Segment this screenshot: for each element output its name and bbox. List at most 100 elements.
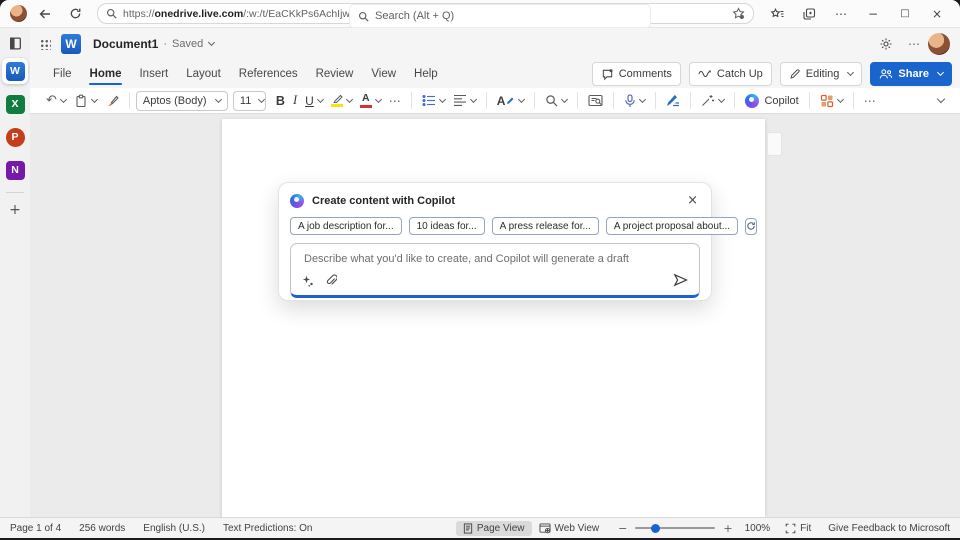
- save-status-chevron-icon[interactable]: [208, 39, 215, 46]
- word-count[interactable]: 256 words: [79, 523, 125, 534]
- close-icon[interactable]: ×: [924, 7, 950, 21]
- send-button[interactable]: [673, 273, 688, 287]
- highlight-icon: [331, 94, 343, 107]
- zoom-level[interactable]: 100%: [745, 523, 771, 534]
- magic-wand-button[interactable]: [697, 94, 728, 107]
- maximize-icon[interactable]: □: [892, 8, 918, 19]
- fit-button[interactable]: Fit: [778, 521, 818, 536]
- catch-up-button[interactable]: Catch Up: [689, 62, 772, 86]
- search-box[interactable]: Search (Alt + Q): [350, 5, 650, 27]
- word-app-icon: W: [6, 62, 25, 81]
- favorites-bar-icon[interactable]: [764, 7, 790, 21]
- tab-help[interactable]: Help: [405, 62, 447, 86]
- ribbon-toolbar: ↶ Aptos (Body) 11 B I U A: [30, 88, 960, 114]
- find-button[interactable]: [541, 94, 571, 107]
- bullets-button[interactable]: [418, 94, 449, 107]
- web-view-icon: [539, 523, 551, 534]
- align-button[interactable]: [449, 94, 480, 107]
- text-predictions[interactable]: Text Predictions: On: [223, 523, 312, 534]
- close-icon[interactable]: ×: [685, 192, 700, 209]
- tab-home[interactable]: Home: [81, 62, 131, 86]
- sidebar-item-word[interactable]: W: [2, 58, 28, 84]
- zoom-in-icon[interactable]: +: [723, 522, 732, 535]
- undo-button[interactable]: ↶: [42, 93, 70, 108]
- comment-icon: [601, 68, 614, 81]
- tab-review[interactable]: Review: [307, 62, 363, 86]
- add-ins-button[interactable]: [816, 94, 847, 108]
- bold-button[interactable]: B: [272, 94, 289, 108]
- highlight-button[interactable]: [327, 94, 356, 107]
- refresh-suggestions-button[interactable]: [745, 218, 757, 235]
- account-avatar[interactable]: [928, 33, 950, 55]
- collapse-ribbon-icon[interactable]: [937, 95, 945, 103]
- settings-gear-icon[interactable]: [872, 37, 900, 51]
- editor-button[interactable]: [662, 94, 684, 107]
- web-view-toggle[interactable]: Web View: [532, 521, 607, 536]
- sparkle-rewrite-icon[interactable]: [302, 275, 314, 287]
- chip-ten-ideas[interactable]: 10 ideas for...: [409, 217, 485, 235]
- word-logo[interactable]: W: [61, 34, 81, 54]
- chip-project-proposal[interactable]: A project proposal about...: [606, 217, 738, 235]
- font-name-select[interactable]: Aptos (Body): [136, 91, 228, 111]
- sidebar-item-powerpoint[interactable]: P: [2, 124, 28, 150]
- word-header: W Document1 · Saved ⋯: [30, 28, 960, 60]
- copilot-button[interactable]: Copilot: [741, 94, 802, 108]
- language[interactable]: English (U.S.): [143, 523, 205, 534]
- refresh-icon: [746, 221, 756, 231]
- sidebar-add-icon[interactable]: +: [9, 202, 21, 218]
- document-title[interactable]: Document1: [93, 37, 158, 51]
- italic-button[interactable]: I: [289, 93, 301, 108]
- page-anchor-button[interactable]: [767, 132, 782, 156]
- back-icon[interactable]: [33, 7, 57, 21]
- font-color-button[interactable]: A: [356, 93, 385, 108]
- browser-more-icon[interactable]: ⋯: [828, 7, 854, 21]
- tab-layout[interactable]: Layout: [177, 62, 230, 86]
- page-info[interactable]: Page 1 of 4: [10, 523, 61, 534]
- font-size-select[interactable]: 11: [233, 91, 266, 111]
- title-separator: ·: [163, 38, 167, 50]
- chip-press-release[interactable]: A press release for...: [492, 217, 599, 235]
- underline-button[interactable]: U: [301, 94, 327, 108]
- font-more-icon[interactable]: ⋯: [385, 94, 405, 108]
- feedback-link[interactable]: Give Feedback to Microsoft: [828, 523, 950, 534]
- copilot-dialog-title: Create content with Copilot: [312, 195, 677, 207]
- notebook-icon[interactable]: [8, 36, 23, 51]
- tab-insert[interactable]: Insert: [130, 62, 177, 86]
- editing-mode-button[interactable]: Editing: [780, 62, 863, 86]
- fit-icon: [785, 523, 796, 534]
- format-painter-button[interactable]: [101, 94, 123, 108]
- minimize-icon[interactable]: −: [860, 7, 886, 21]
- document-page[interactable]: [222, 119, 765, 517]
- sidebar-item-excel[interactable]: X: [2, 91, 28, 117]
- copilot-prompt-input[interactable]: [302, 252, 686, 266]
- reader-button[interactable]: [584, 94, 607, 107]
- chip-job-description[interactable]: A job description for...: [290, 217, 402, 235]
- bookmark-star-icon[interactable]: [732, 7, 745, 20]
- tab-references[interactable]: References: [230, 62, 307, 86]
- zoom-out-icon[interactable]: −: [618, 522, 627, 535]
- dictate-button[interactable]: [620, 94, 649, 108]
- collections-icon[interactable]: [796, 7, 822, 21]
- comments-button[interactable]: Comments: [592, 62, 681, 86]
- tab-file[interactable]: File: [44, 62, 81, 86]
- browser-profile-avatar[interactable]: [10, 5, 27, 22]
- attach-paperclip-icon[interactable]: [325, 274, 337, 287]
- paste-button[interactable]: [70, 94, 101, 108]
- styles-button[interactable]: A: [493, 94, 529, 108]
- font-color-icon: A: [360, 93, 372, 108]
- page-view-toggle[interactable]: Page View: [456, 521, 532, 536]
- add-ins-icon: [820, 94, 834, 108]
- copilot-dialog: Create content with Copilot × A job desc…: [278, 182, 712, 301]
- tab-view[interactable]: View: [362, 62, 405, 86]
- waffle-menu-icon[interactable]: [40, 39, 51, 50]
- refresh-icon[interactable]: [63, 7, 87, 20]
- zoom-slider[interactable]: [635, 527, 715, 529]
- header-more-icon[interactable]: ⋯: [900, 37, 928, 51]
- toolbar-more-icon[interactable]: ⋯: [860, 94, 880, 108]
- save-status[interactable]: Saved: [172, 38, 203, 50]
- magic-wand-icon: [701, 94, 715, 107]
- zoom-slider-knob[interactable]: [651, 524, 660, 533]
- search-icon: [358, 11, 369, 22]
- sidebar-item-onenote[interactable]: N: [2, 157, 28, 183]
- share-button[interactable]: Share: [870, 62, 952, 86]
